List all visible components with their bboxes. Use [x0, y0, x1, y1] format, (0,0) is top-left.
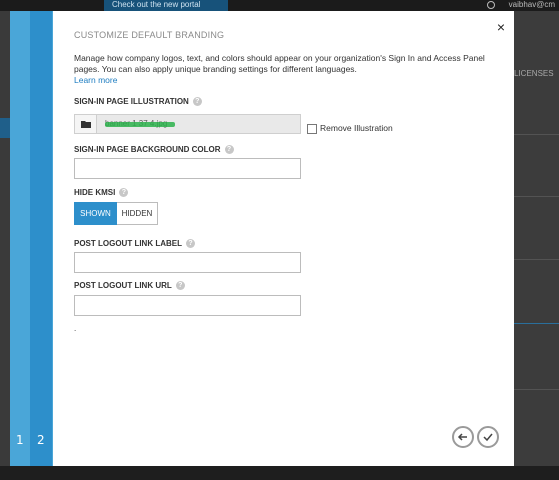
logout-url-label-text: POST LOGOUT LINK URL: [74, 281, 172, 290]
user-account[interactable]: vaibhav@cm: [509, 0, 555, 11]
trailing-text: .: [74, 324, 77, 333]
hide-kmsi-label: HIDE KMSI?: [74, 188, 129, 198]
help-icon[interactable]: ?: [175, 281, 185, 291]
background-color-label-text: SIGN-IN PAGE BACKGROUND COLOR: [74, 145, 221, 154]
licenses-column-header: LICENSES: [514, 69, 554, 78]
logout-url-label: POST LOGOUT LINK URL?: [74, 281, 185, 291]
background-color-input[interactable]: [74, 158, 301, 179]
illustration-label: SIGN-IN PAGE ILLUSTRATION?: [74, 97, 202, 107]
redaction-mark: [105, 122, 175, 127]
dialog-description: Manage how company logos, text, and colo…: [74, 53, 485, 74]
wizard-step-2[interactable]: 2: [37, 433, 45, 447]
complete-button[interactable]: [477, 426, 499, 448]
portal-top-bar: Check out the new portal vaibhav@cm: [0, 0, 559, 11]
list-divider: [514, 134, 559, 135]
portal-bottom-bar: [0, 466, 559, 480]
wizard-step-1[interactable]: 1: [16, 433, 24, 447]
arrow-left-icon: [457, 433, 467, 441]
logout-label-label-text: POST LOGOUT LINK LABEL: [74, 239, 182, 248]
portal-list-area: LICENSES: [514, 11, 559, 466]
globe-icon[interactable]: [487, 1, 495, 9]
list-divider: [514, 389, 559, 390]
list-divider: [514, 323, 559, 324]
wizard-step-strip: 1 2: [10, 11, 53, 466]
list-divider: [514, 196, 559, 197]
close-icon[interactable]: ×: [494, 20, 508, 34]
help-icon[interactable]: ?: [186, 239, 195, 249]
background-color-label: SIGN-IN PAGE BACKGROUND COLOR?: [74, 145, 234, 155]
learn-more-link[interactable]: Learn more: [74, 75, 117, 85]
help-icon[interactable]: ?: [224, 145, 234, 155]
portal-nav-selected: [0, 118, 10, 138]
back-button[interactable]: [452, 426, 474, 448]
branding-dialog: 1 2 × CUSTOMIZE DEFAULT BRANDING Manage …: [10, 11, 514, 466]
list-divider: [514, 259, 559, 260]
folder-icon[interactable]: [75, 115, 97, 133]
kmsi-hidden-option[interactable]: HIDDEN: [117, 202, 158, 225]
checkmark-icon: [483, 433, 493, 442]
kmsi-shown-option[interactable]: SHOWN: [74, 202, 117, 225]
new-portal-banner[interactable]: Check out the new portal: [104, 0, 228, 11]
hide-kmsi-toggle: SHOWN HIDDEN: [74, 202, 158, 225]
dialog-title: CUSTOMIZE DEFAULT BRANDING: [74, 30, 225, 40]
logout-link-label-input[interactable]: [74, 252, 301, 273]
portal-left-nav: [0, 11, 10, 466]
help-icon[interactable]: ?: [119, 188, 129, 198]
illustration-file-field[interactable]: banner 1 37 4.jpg: [74, 114, 301, 134]
logout-label-label: POST LOGOUT LINK LABEL?: [74, 239, 195, 249]
remove-illustration-label: Remove Illustration: [320, 123, 393, 133]
help-icon[interactable]: ?: [192, 97, 202, 107]
remove-illustration-checkbox[interactable]: [307, 123, 317, 134]
hide-kmsi-label-text: HIDE KMSI: [74, 188, 116, 197]
logout-link-url-input[interactable]: [74, 295, 301, 316]
illustration-label-text: SIGN-IN PAGE ILLUSTRATION: [74, 97, 189, 106]
wizard-active-step-band: [30, 11, 52, 466]
remove-illustration-option[interactable]: Remove Illustration: [307, 123, 393, 134]
